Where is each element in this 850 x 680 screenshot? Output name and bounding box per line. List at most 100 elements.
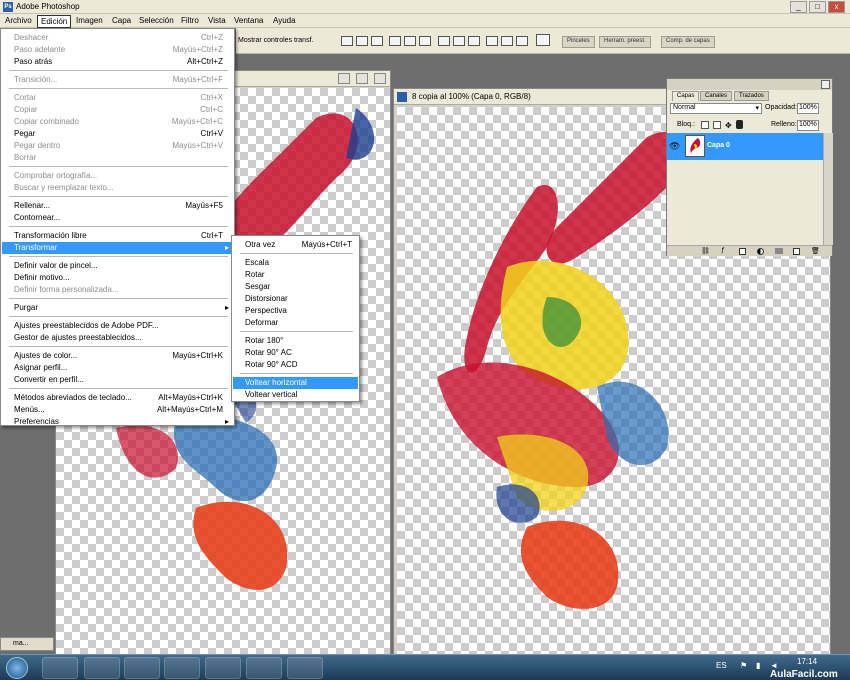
edit-menu-item[interactable]: Preferencias ▸: [2, 416, 233, 428]
menu-item-shortcut: Mayús+Ctrl+V: [172, 141, 223, 150]
new-group-icon[interactable]: [775, 248, 783, 254]
edit-menu-item[interactable]: Ajustes preestablecidos de Adobe PDF...: [2, 320, 233, 332]
tab-comp-de-capas[interactable]: Comp. de capas: [661, 36, 715, 48]
transform-menu-item[interactable]: Rotar 90° AC: [233, 347, 358, 359]
menu-vista[interactable]: Vista: [205, 15, 229, 26]
layer-row-capa-0[interactable]: 👁 Capa 0: [667, 133, 823, 160]
menu-filtro[interactable]: Filtro: [178, 15, 202, 26]
edit-menu-item[interactable]: Rellenar... Mayús+F5: [2, 200, 233, 212]
menu-ventana[interactable]: Ventana: [231, 15, 266, 26]
distribute-middle-icon[interactable]: [453, 36, 465, 46]
tab-herram-preest[interactable]: Herram. preest.: [599, 36, 651, 48]
adjustment-layer-icon[interactable]: [757, 248, 764, 255]
doc1-close-button[interactable]: [374, 73, 386, 84]
edit-menu-item[interactable]: Métodos abreviados de teclado... Alt+Mayú…: [2, 392, 233, 404]
edit-menu-item[interactable]: Menús... Alt+Mayús+Ctrl+M: [2, 404, 233, 416]
distribute-left-icon[interactable]: [486, 36, 498, 46]
menu-separator: [9, 166, 228, 167]
menu-capa[interactable]: Capa: [109, 15, 134, 26]
distribute-bottom-icon[interactable]: [468, 36, 480, 46]
layer-style-icon[interactable]: ƒ: [721, 247, 725, 254]
layers-scrollbar[interactable]: [823, 133, 833, 245]
transform-menu-item[interactable]: Distorsionar: [233, 293, 358, 305]
edit-menu-item[interactable]: Purgar ▸: [2, 302, 233, 314]
transform-menu-item[interactable]: Sesgar: [233, 281, 358, 293]
transform-menu-item[interactable]: Otra vez Mayús+Ctrl+T: [233, 239, 358, 251]
distribute-center-icon[interactable]: [501, 36, 513, 46]
transform-menu-item[interactable]: Voltear horizontal: [233, 377, 358, 389]
opacity-field[interactable]: 100%: [797, 103, 819, 114]
messenger-icon[interactable]: [205, 657, 241, 679]
lock-position-icon[interactable]: ✥: [725, 121, 732, 130]
transform-menu-item[interactable]: Deformar: [233, 317, 358, 329]
distribute-top-icon[interactable]: [438, 36, 450, 46]
align-center-icon[interactable]: [404, 36, 416, 46]
align-right-icon[interactable]: [419, 36, 431, 46]
show-transform-controls-label[interactable]: Mostrar controles transf.: [238, 37, 313, 44]
network-icon[interactable]: ▮: [756, 661, 760, 670]
eye-visibility-icon[interactable]: 👁: [669, 141, 680, 152]
lock-transparency-icon[interactable]: [701, 121, 709, 129]
start-button-icon[interactable]: [6, 657, 28, 679]
transform-menu-item[interactable]: Rotar 180°: [233, 335, 358, 347]
menu-item-label: Deformar: [245, 318, 279, 327]
panel-close-icon[interactable]: [821, 80, 830, 89]
edit-menu-item[interactable]: Convertir en perfil...: [2, 374, 233, 386]
lock-image-icon[interactable]: [713, 121, 721, 129]
edit-menu-item[interactable]: Gestor de ajustes preestablecidos...: [2, 332, 233, 344]
edit-menu-item[interactable]: Definir motivo...: [2, 272, 233, 284]
layer-name[interactable]: Capa 0: [707, 142, 730, 149]
app-titlebar: Ps Adobe Photoshop _ □ x: [0, 0, 850, 14]
workspace-icon[interactable]: [536, 34, 550, 46]
align-bottom-icon[interactable]: [371, 36, 383, 46]
close-button[interactable]: x: [828, 1, 845, 13]
media-player-icon[interactable]: [124, 657, 160, 679]
edit-menu-item[interactable]: Transformación libre Ctrl+T: [2, 230, 233, 242]
transform-menu-item[interactable]: Voltear vertical: [233, 389, 358, 401]
menu-ayuda[interactable]: Ayuda: [270, 15, 299, 26]
tab-capas[interactable]: Capas: [672, 91, 700, 101]
edit-menu-item[interactable]: Asignar perfil...: [2, 362, 233, 374]
edit-menu-item[interactable]: Pegar Ctrl+V: [2, 128, 233, 140]
transform-menu-item[interactable]: Rotar: [233, 269, 358, 281]
lock-all-icon[interactable]: [736, 120, 743, 129]
maximize-button[interactable]: □: [809, 1, 826, 13]
tab-canales[interactable]: Canales: [700, 91, 733, 101]
transform-menu-item[interactable]: Rotar 90° ACD: [233, 359, 358, 371]
align-left-icon[interactable]: [389, 36, 401, 46]
menu-archivo[interactable]: Archivo: [2, 15, 35, 26]
layer-mask-icon[interactable]: [739, 248, 746, 255]
minimize-button[interactable]: _: [790, 1, 807, 13]
align-top-icon[interactable]: [341, 36, 353, 46]
menu-seleccion[interactable]: Selección: [136, 15, 177, 26]
feather-app-icon[interactable]: [246, 657, 282, 679]
tools-icon[interactable]: [164, 657, 200, 679]
internet-explorer-icon[interactable]: [42, 657, 78, 679]
tab-pinceles[interactable]: Pinceles: [562, 36, 595, 48]
clock-time[interactable]: 17:14: [797, 657, 817, 666]
flag-icon[interactable]: ⚑: [740, 661, 747, 670]
menu-edicion[interactable]: Edición: [37, 15, 72, 28]
file-explorer-icon[interactable]: [84, 657, 120, 679]
menu-imagen[interactable]: Imagen: [73, 15, 106, 26]
doc1-minimize-button[interactable]: [338, 73, 350, 84]
minimized-document-tab[interactable]: ma...: [0, 637, 54, 651]
transform-menu-item[interactable]: Perspectiva: [233, 305, 358, 317]
blend-mode-select[interactable]: Normal ▾: [670, 103, 762, 114]
link-layers-icon[interactable]: ⛓: [701, 247, 710, 255]
transform-menu-item[interactable]: Escala: [233, 257, 358, 269]
delete-layer-icon[interactable]: 🗑: [811, 247, 820, 255]
edit-menu-item[interactable]: Transformar ▸: [2, 242, 233, 254]
language-indicator[interactable]: ES: [716, 661, 727, 670]
edit-menu-item[interactable]: Contornear...: [2, 212, 233, 224]
chrome-icon[interactable]: [287, 657, 323, 679]
align-middle-icon[interactable]: [356, 36, 368, 46]
new-layer-icon[interactable]: [793, 248, 800, 255]
distribute-right-icon[interactable]: [516, 36, 528, 46]
tab-trazados[interactable]: Trazados: [734, 91, 769, 101]
doc1-maximize-button[interactable]: [356, 73, 368, 84]
fill-field[interactable]: 100%: [797, 120, 819, 131]
edit-menu-item[interactable]: Definir valor de pincel...: [2, 260, 233, 272]
edit-menu-item[interactable]: Ajustes de color... Mayús+Ctrl+K: [2, 350, 233, 362]
edit-menu-item[interactable]: Paso atrás Alt+Ctrl+Z: [2, 56, 233, 68]
